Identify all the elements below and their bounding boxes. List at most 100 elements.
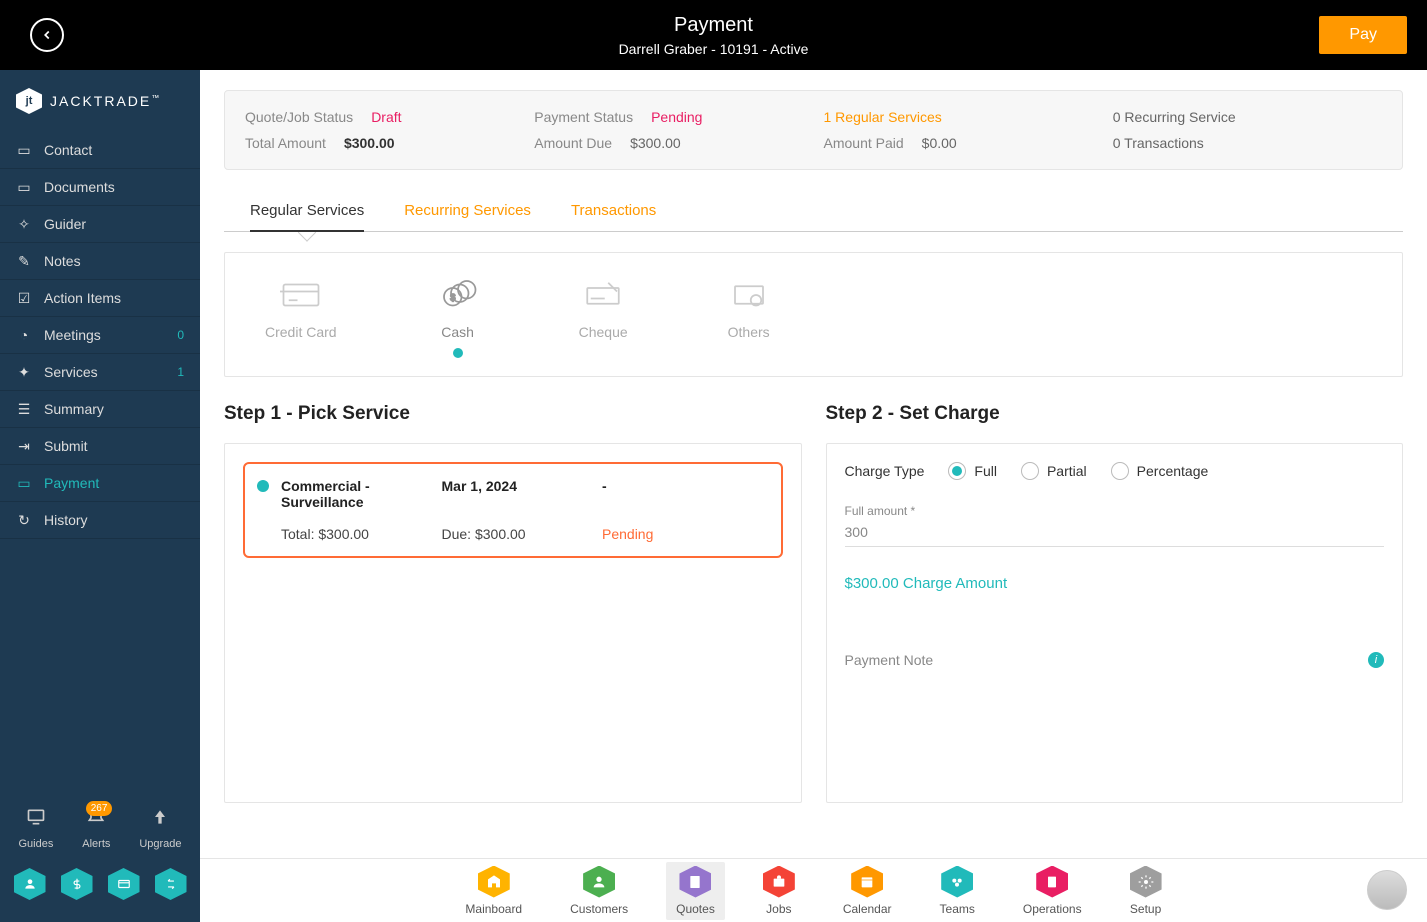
service-date: Mar 1, 2024 [442, 478, 603, 510]
charge-amount-text: $300.00 Charge Amount [845, 575, 1385, 592]
sidebar-item-label: Guider [44, 216, 86, 232]
bottom-nav: Mainboard Customers Quotes Jobs Calendar… [200, 858, 1427, 922]
sidebar-item-label: Action Items [44, 290, 121, 306]
header-center: Payment Darrell Graber - 10191 - Active [619, 14, 809, 57]
hex-transfer-button[interactable] [155, 868, 187, 900]
nav-list: ▭Contact ▭Documents ✧ Guider ✎ Notes ☑ Acti… [0, 132, 200, 539]
full-amount-label: Full amount * [845, 504, 1385, 518]
dollar-icon [70, 877, 84, 891]
radio-full[interactable]: Full [948, 462, 997, 480]
alert-count-badge: 267 [86, 801, 113, 816]
operations-icon [1036, 866, 1068, 898]
monitor-icon [26, 807, 46, 827]
upgrade-button[interactable]: Upgrade [139, 807, 181, 850]
notes-icon: ✎ [16, 253, 32, 269]
sidebar-item-submit[interactable]: ⇥Submit [0, 428, 200, 465]
bn-operations[interactable]: Operations [1013, 862, 1092, 920]
sidebar-item-contact[interactable]: ▭Contact [0, 132, 200, 169]
guides-button[interactable]: Guides [18, 807, 53, 850]
bn-teams[interactable]: Teams [930, 862, 985, 920]
pay-button[interactable]: Pay [1319, 16, 1407, 54]
hex-card-button[interactable] [108, 868, 140, 900]
method-cash[interactable]: $ Cash [437, 277, 479, 358]
mainboard-icon [478, 866, 510, 898]
services-icon: ✦ [16, 364, 32, 380]
method-credit-card[interactable]: Credit Card [265, 277, 337, 358]
step1-column: Step 1 - Pick Service Commercial - Surve… [224, 403, 802, 803]
guider-icon: ✧ [16, 216, 32, 232]
sidebar-item-services[interactable]: ✦Services1 [0, 354, 200, 391]
quotes-icon [679, 866, 711, 898]
documents-icon: ▭ [16, 179, 32, 195]
summary-icon: ☰ [16, 401, 32, 417]
service-name: Commercial - Surveillance [281, 478, 442, 510]
recurring-service-count: 0 Recurring Service [1113, 109, 1236, 125]
info-icon[interactable]: i [1368, 652, 1384, 668]
sidebar-item-guider[interactable]: ✧ Guider [0, 206, 200, 243]
method-others[interactable]: Others [728, 277, 770, 358]
method-cheque[interactable]: Cheque [579, 277, 628, 358]
main-content[interactable]: Quote/Job StatusDraft Payment StatusPend… [200, 70, 1427, 880]
cheque-icon [582, 277, 624, 313]
method-label: Cash [437, 324, 479, 340]
payment-status-value: Pending [651, 109, 702, 125]
action-items-icon: ☑ [16, 290, 32, 306]
setup-icon [1130, 866, 1162, 898]
summary-bar: Quote/Job StatusDraft Payment StatusPend… [224, 90, 1403, 170]
service-total: Total: $300.00 [281, 526, 442, 542]
tab-regular-services[interactable]: Regular Services [250, 190, 364, 231]
sidebar-item-documents[interactable]: ▭Documents [0, 169, 200, 206]
radio-dot [948, 462, 966, 480]
step1-title: Step 1 - Pick Service [224, 403, 802, 425]
others-icon [728, 277, 770, 313]
tab-transactions[interactable]: Transactions [571, 190, 656, 231]
hex-dollar-button[interactable] [61, 868, 93, 900]
quote-status-label: Quote/Job Status [245, 109, 353, 125]
radio-dot [1021, 462, 1039, 480]
sidebar-item-payment[interactable]: ▭Payment [0, 465, 200, 502]
back-button[interactable] [30, 18, 64, 52]
sidebar-item-label: Notes [44, 253, 81, 269]
logo-text: JACKTRADE™ [50, 93, 161, 109]
sidebar-item-summary[interactable]: ☰ Summary [0, 391, 200, 428]
user-avatar[interactable] [1367, 870, 1407, 910]
alerts-button[interactable]: 267 Alerts [82, 807, 110, 850]
step2-title: Step 2 - Set Charge [826, 403, 1404, 425]
service-card[interactable]: Commercial - Surveillance Mar 1, 2024 - … [243, 462, 783, 558]
transfer-icon [164, 877, 178, 891]
bn-mainboard[interactable]: Mainboard [455, 862, 532, 920]
method-label: Cheque [579, 324, 628, 340]
step2-box: Charge Type Full Partial Percentage Full… [826, 443, 1404, 803]
service-due: Due: $300.00 [442, 526, 603, 542]
bn-quotes[interactable]: Quotes [666, 862, 725, 920]
sidebar-item-meetings[interactable]: ◔Meetings0 [0, 317, 200, 354]
service-radio[interactable] [257, 480, 269, 492]
service-status: Pending [602, 526, 763, 542]
bn-jobs[interactable]: Jobs [753, 862, 805, 920]
total-amount-value: $300.00 [344, 135, 395, 151]
calendar-icon [851, 866, 883, 898]
logo[interactable]: JACKTRADE™ [0, 70, 200, 132]
sidebar-item-label: Meetings [44, 327, 101, 343]
sidebar-item-action-items[interactable]: ☑ Action Items [0, 280, 200, 317]
hex-user-button[interactable] [14, 868, 46, 900]
full-amount-input[interactable] [845, 518, 1385, 547]
payment-status-label: Payment Status [534, 109, 633, 125]
charge-type-row: Charge Type Full Partial Percentage [845, 462, 1385, 480]
bn-customers[interactable]: Customers [560, 862, 638, 920]
charge-type-label: Charge Type [845, 463, 925, 479]
sidebar-item-history[interactable]: ↻History [0, 502, 200, 539]
sidebar-item-label: Summary [44, 401, 104, 417]
total-amount-label: Total Amount [245, 135, 326, 151]
step1-box: Commercial - Surveillance Mar 1, 2024 - … [224, 443, 802, 803]
method-label: Credit Card [265, 324, 337, 340]
bn-setup[interactable]: Setup [1120, 862, 1172, 920]
radio-partial[interactable]: Partial [1021, 462, 1087, 480]
bottom-row: Guides 267 Alerts Upgrade [0, 799, 200, 858]
amount-due-value: $300.00 [630, 135, 681, 151]
sidebar-item-notes[interactable]: ✎ Notes [0, 243, 200, 280]
radio-percentage[interactable]: Percentage [1111, 462, 1209, 480]
tab-recurring-services[interactable]: Recurring Services [404, 190, 531, 231]
sidebar-item-label: History [44, 512, 88, 528]
bn-calendar[interactable]: Calendar [833, 862, 902, 920]
